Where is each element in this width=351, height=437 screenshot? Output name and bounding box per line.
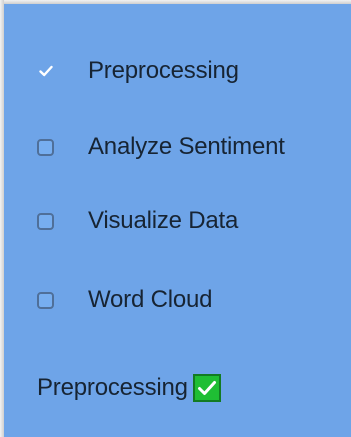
checkbox-unchecked[interactable] [37,291,54,309]
checklist-item-label: Visualize Data [88,207,239,234]
checklist-item-analyze-sentiment[interactable]: Analyze Sentiment [37,127,285,167]
workflow-panel: Preprocessing Analyze Sentiment Visualiz… [4,4,351,437]
checklist-item-preprocessing[interactable]: Preprocessing [37,51,239,91]
green-checkmark-icon [192,374,221,402]
status-text: Preprocessing [37,374,188,401]
checklist-item-label: Word Cloud [88,286,213,313]
checkbox-unchecked[interactable] [37,138,54,156]
checkbox-unchecked[interactable] [37,212,54,230]
checklist-item-label: Analyze Sentiment [88,133,285,160]
checklist-item-visualize-data[interactable]: Visualize Data [37,201,238,241]
checklist-item-word-cloud[interactable]: Word Cloud [37,280,212,320]
status-row: Preprocessing [37,368,221,408]
checklist-item-label: Preprocessing [88,57,239,84]
checkmark-icon [37,63,54,80]
